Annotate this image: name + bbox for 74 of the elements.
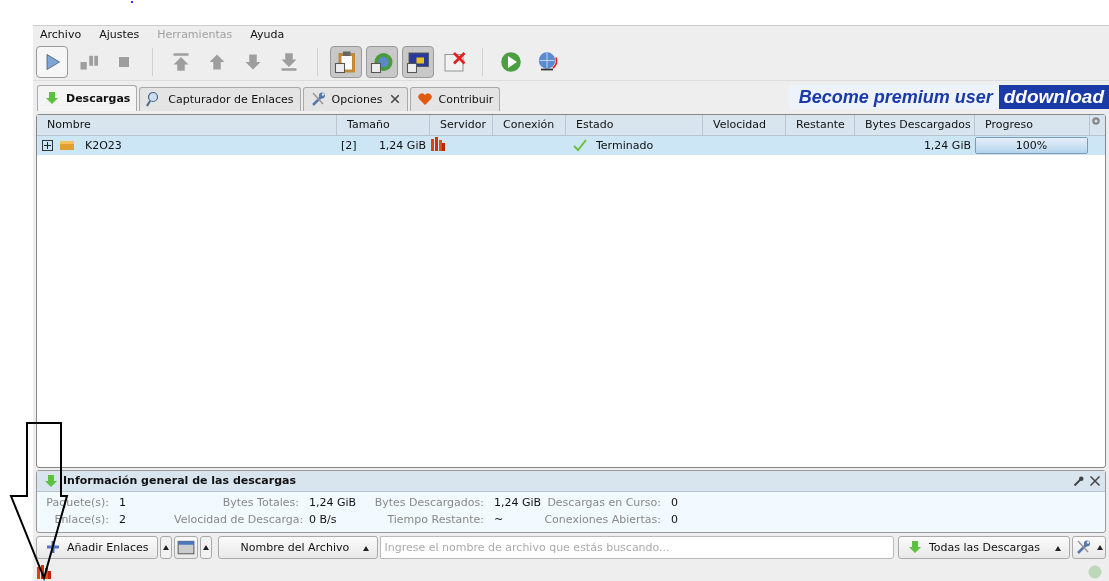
column-header[interactable]: Velocidad xyxy=(703,114,786,135)
download-icon xyxy=(44,90,60,107)
tools-icon xyxy=(1075,539,1091,556)
column-header[interactable]: Restante xyxy=(786,114,855,135)
clipboard-icon xyxy=(334,49,358,74)
view-select[interactable]: Todas las Descargas xyxy=(898,535,1070,559)
stat-label: Bytes Descargados: xyxy=(373,495,485,509)
link-count: [2] xyxy=(340,138,358,152)
stat-value: 0 xyxy=(671,512,679,526)
tab[interactable]: Descargas xyxy=(37,84,138,111)
toolbar-button[interactable] xyxy=(402,45,434,78)
column-header[interactable]: Tamaño xyxy=(337,114,430,135)
stat-value: 1,24 GiB xyxy=(309,495,358,509)
host-icon xyxy=(36,563,52,580)
stat-label: Velocidad de Descarga: xyxy=(174,512,305,526)
banner-text: Become premium user xyxy=(788,84,999,109)
stat-value: 0 xyxy=(671,495,679,509)
panel-title: Información general de las descargas xyxy=(63,474,296,488)
size-cell-text: 1,24 GiB xyxy=(377,138,427,152)
column-header[interactable]: Bytes Descargados xyxy=(855,114,975,135)
tools-button[interactable] xyxy=(1072,535,1106,559)
wrench-icon xyxy=(1073,474,1085,487)
menu-item[interactable]: Archivo xyxy=(40,28,82,44)
premium-banner[interactable]: Become premium user ddownload xyxy=(788,84,1109,109)
add-links-button[interactable]: Añadir Enlaces xyxy=(36,535,158,559)
heart-icon xyxy=(416,91,433,108)
checkmark-icon xyxy=(572,137,588,154)
stat-value: ~ xyxy=(494,512,505,526)
caret-icon xyxy=(162,544,169,550)
menu-item[interactable]: Ajustes xyxy=(99,28,140,44)
tab[interactable]: Contribuir xyxy=(409,86,501,111)
caret-icon xyxy=(1055,545,1061,551)
move-bottom-icon xyxy=(279,51,299,72)
close-icon xyxy=(1089,474,1101,487)
monitor-lock-icon xyxy=(406,49,430,74)
column-header[interactable]: Progreso xyxy=(975,114,1090,135)
plus-icon xyxy=(45,539,61,556)
calendar-icon xyxy=(176,538,195,557)
stat-value: 1,24 GiB xyxy=(494,495,539,509)
tools-icon xyxy=(309,91,326,108)
column-header[interactable]: Servidor xyxy=(430,114,493,135)
calendar-button[interactable] xyxy=(173,535,198,559)
caret-icon xyxy=(202,544,209,550)
stat-label: Bytes Totales: xyxy=(221,495,300,509)
expand-toggle[interactable] xyxy=(42,139,53,151)
search-field[interactable]: Ingrese el nombre de archivo que estás buscando... xyxy=(379,535,894,559)
caret-icon xyxy=(1097,544,1103,550)
column-header[interactable]: Conexión xyxy=(493,114,566,135)
stat-value: 1 xyxy=(119,495,127,509)
stat-label: Tiempo Restante: xyxy=(386,512,485,526)
download-icon xyxy=(907,539,923,556)
column-header[interactable]: Nombre xyxy=(37,114,337,135)
tab[interactable]: Capturador de Enlaces xyxy=(139,86,301,111)
move-top-icon xyxy=(171,51,191,72)
stat-label: Descargas en Curso: xyxy=(546,495,662,509)
brand-logo: ddownload xyxy=(998,84,1109,109)
file-name: K2O23 xyxy=(84,138,123,152)
bytes-cell-text: 1,24 GiB xyxy=(922,138,972,152)
stat-value: 0 B/s xyxy=(309,512,338,526)
close-icon xyxy=(388,93,401,106)
toolbar-button[interactable] xyxy=(330,45,362,78)
column-header[interactable]: Estado xyxy=(566,114,703,135)
search-field-select[interactable]: Nombre del Archivo xyxy=(217,535,378,559)
toolbar-button[interactable] xyxy=(366,45,398,78)
menu-item[interactable]: Ayuda xyxy=(250,28,285,44)
clear-list-icon xyxy=(442,49,466,74)
stat-value: 2 xyxy=(119,512,127,526)
stat-label: Conexiones Abiertas: xyxy=(543,512,662,526)
caret-icon xyxy=(363,545,370,551)
tab[interactable]: Opciones xyxy=(302,86,408,111)
download-icon xyxy=(43,472,59,489)
status-cell-text: Terminado xyxy=(595,138,655,152)
progress-bar: 100% xyxy=(975,136,1088,154)
host-icon xyxy=(430,135,446,152)
